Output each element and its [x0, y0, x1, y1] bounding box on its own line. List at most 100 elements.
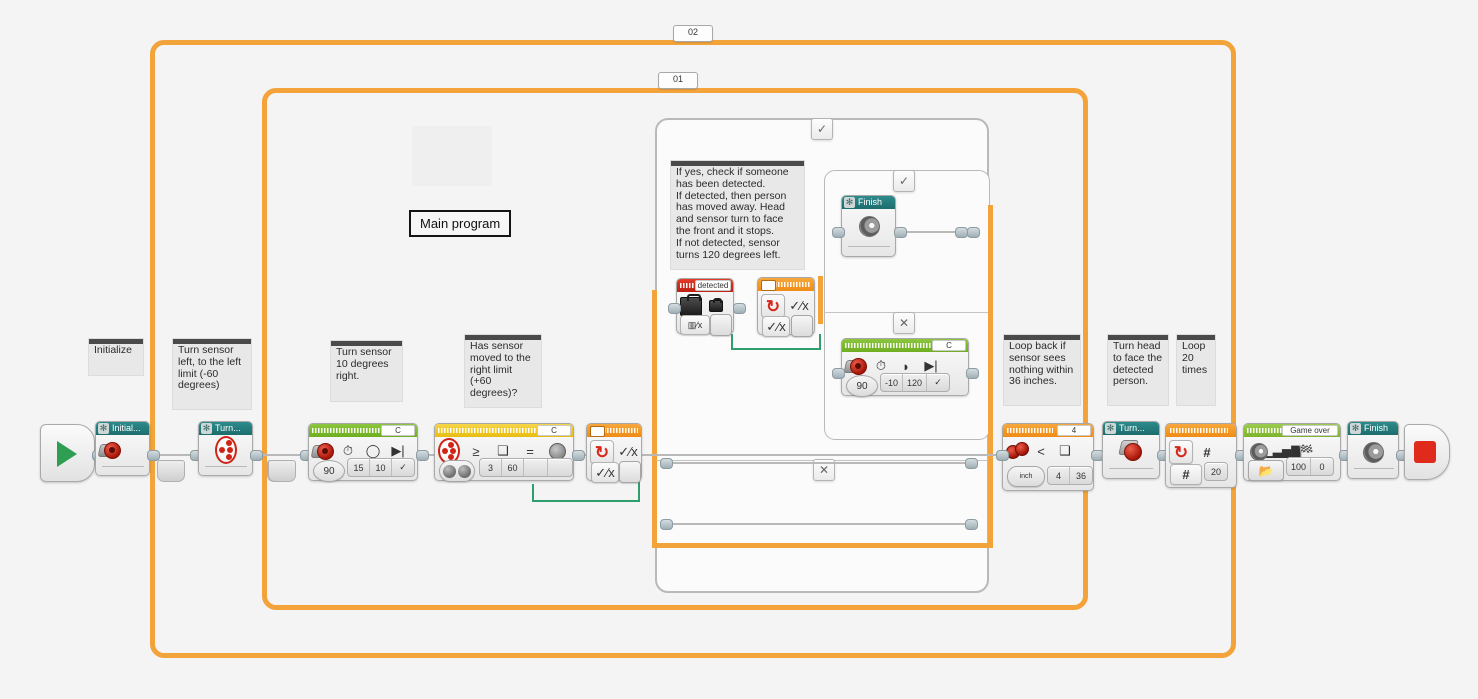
outer-loop-label[interactable]: 02: [673, 25, 713, 42]
comment-turn-head[interactable]: Turn head to face the detected person.: [1107, 334, 1169, 406]
param-volume[interactable]: 100: [1287, 458, 1312, 475]
block-header: Turn...: [199, 422, 252, 435]
parameter-tray[interactable]: 20: [1204, 462, 1228, 481]
my-block-initialize[interactable]: Initial...: [95, 421, 150, 476]
stop-block[interactable]: [1404, 424, 1450, 480]
motor-rotation-icon: [843, 355, 867, 377]
motor-port-button[interactable]: 90: [313, 460, 345, 482]
comment-detect-logic[interactable]: If yes, check if someone has been detect…: [670, 160, 805, 270]
switch-mode-icon: [590, 426, 605, 437]
medium-motor-block[interactable]: C ⏱ ◯ ▶| 90 15 10 ✓: [308, 423, 418, 482]
motor-port-label[interactable]: C: [381, 425, 415, 436]
loop-count-label[interactable]: 4: [1057, 425, 1091, 436]
sensor-unit-button[interactable]: inch: [1007, 466, 1045, 487]
motor-port-button[interactable]: 90: [846, 375, 878, 397]
param-brake[interactable]: ✓: [927, 374, 949, 391]
param-power[interactable]: -10: [881, 374, 904, 391]
switch-condition-button[interactable]: ✓⁄x: [591, 462, 619, 483]
param-threshold[interactable]: 60: [502, 459, 524, 476]
connector-plug: [965, 519, 978, 530]
variable-name-label[interactable]: detected: [695, 280, 731, 291]
connector-plug: [250, 450, 263, 461]
block-rule: [848, 246, 890, 247]
sequence-rail: [666, 462, 978, 464]
comment-right-limit[interactable]: Has sensor moved to the right limit (+60…: [464, 334, 542, 408]
comment-loop-20[interactable]: Loop 20 times: [1176, 334, 1216, 406]
param-slot-a[interactable]: [524, 459, 548, 476]
loop-block-ultrasonic[interactable]: 4 < ❑ inch 4 36: [1002, 423, 1094, 491]
program-canvas[interactable]: 02 01 ✓ ✕ ✓ ✕ Initialize Turn sensor lef…: [0, 0, 1478, 699]
sensor-port-label[interactable]: C: [537, 425, 571, 436]
connector-plug: [660, 519, 673, 530]
loop-rail-left: [652, 290, 657, 548]
steering-wheel-icon: [214, 436, 237, 464]
motor-port-label[interactable]: C: [932, 340, 966, 351]
my-block-turn-2[interactable]: Turn...: [1102, 421, 1160, 479]
param-compare-port[interactable]: 3: [480, 459, 502, 476]
connector-plug: [965, 458, 978, 469]
variable-read-detected[interactable]: detected ▥⁄x: [676, 278, 734, 336]
my-block-finish-end[interactable]: Finish: [1347, 421, 1399, 479]
switch-block-detected[interactable]: ↻ ✓⁄x ✓⁄x: [757, 277, 815, 337]
param-loop-count[interactable]: 20: [1205, 463, 1227, 480]
sound-file-label[interactable]: Game over: [1282, 425, 1338, 436]
switch-value-slot[interactable]: [791, 315, 813, 337]
param-port[interactable]: 4: [1048, 467, 1070, 484]
variable-read-mode-button[interactable]: ▥⁄x: [680, 315, 710, 335]
inner-switch-false-tab[interactable]: ✕: [893, 312, 915, 334]
param-rotations[interactable]: 10: [370, 459, 392, 476]
sound-file-button[interactable]: 📂: [1248, 460, 1284, 481]
medium-motor-block-120[interactable]: C ⏱ ◗ ▶| 90 -10 120 ✓: [841, 338, 969, 397]
inner-switch-true-tab[interactable]: ✓: [893, 170, 915, 192]
parameter-tray[interactable]: -10 120 ✓: [880, 373, 951, 392]
param-slot-b[interactable]: [548, 459, 572, 476]
loop-arrow-icon: ↻: [761, 294, 785, 318]
comment-turn-10-degrees[interactable]: Turn sensor 10 degrees right.: [330, 340, 403, 402]
sensor-mode-button[interactable]: [439, 460, 475, 482]
loop-rail-bottom: [652, 543, 993, 548]
param-power[interactable]: 15: [348, 459, 370, 476]
connector-plug: [416, 450, 429, 461]
true-false-icon: ✓⁄x: [789, 298, 809, 313]
gear-icon: [1105, 423, 1116, 434]
sound-block-game-over[interactable]: Game over ▁▃▅▇ 🏁 📂 100 0: [1243, 423, 1341, 481]
switch-mode-icon: [761, 280, 776, 291]
my-block-finish-inner[interactable]: Finish: [841, 195, 896, 257]
connector-plug: [832, 227, 845, 238]
gear-icon: [1350, 423, 1361, 434]
outer-switch-true-tab[interactable]: ✓: [811, 118, 833, 140]
comment-initialize[interactable]: Initialize: [88, 338, 144, 376]
rotation-sensor-icon: [438, 438, 460, 464]
block-header: C: [309, 424, 417, 437]
connector-plug: [996, 450, 1009, 461]
param-play-type[interactable]: 0: [1311, 458, 1333, 475]
block-title: Turn...: [215, 423, 241, 433]
comment-loop-back[interactable]: Loop back if sensor sees nothing within …: [1003, 334, 1081, 406]
param-brake[interactable]: ✓: [392, 459, 414, 476]
block-header: [1166, 424, 1236, 437]
parameter-tray[interactable]: 100 0: [1286, 457, 1335, 476]
connector-plug: [572, 450, 585, 461]
start-block[interactable]: [40, 424, 95, 482]
switch-condition-button[interactable]: ✓⁄x: [762, 316, 790, 337]
inner-loop-label[interactable]: 01: [658, 72, 698, 89]
parameter-tray[interactable]: 15 10 ✓: [347, 458, 415, 477]
block-header: detected: [677, 279, 733, 292]
parameter-tray[interactable]: 3 60: [479, 458, 573, 477]
variable-output-slot[interactable]: [710, 314, 732, 336]
connector-plug: [668, 303, 681, 314]
comment-blank[interactable]: [412, 126, 492, 186]
briefcase-icon: [680, 293, 702, 317]
parameter-tray[interactable]: 4 36: [1047, 466, 1093, 485]
param-distance[interactable]: 36: [1070, 467, 1092, 484]
param-degrees[interactable]: 120: [903, 374, 928, 391]
motor-rotation-compare-block[interactable]: C ≥ ❑ = 3 60: [434, 423, 574, 482]
loop-mode-button[interactable]: #: [1170, 464, 1202, 485]
my-block-turn-1[interactable]: Turn...: [198, 421, 253, 476]
comment-turn-left-limit[interactable]: Turn sensor left, to the left limit (-60…: [172, 338, 252, 410]
block-header: Initial...: [96, 422, 149, 435]
loop-block-count[interactable]: ↻ # # 20: [1165, 423, 1237, 488]
block-header: Game over: [1244, 424, 1340, 437]
switch-block-main[interactable]: ↻ ✓⁄x ✓⁄x: [586, 423, 642, 483]
switch-value-slot[interactable]: [619, 461, 641, 483]
